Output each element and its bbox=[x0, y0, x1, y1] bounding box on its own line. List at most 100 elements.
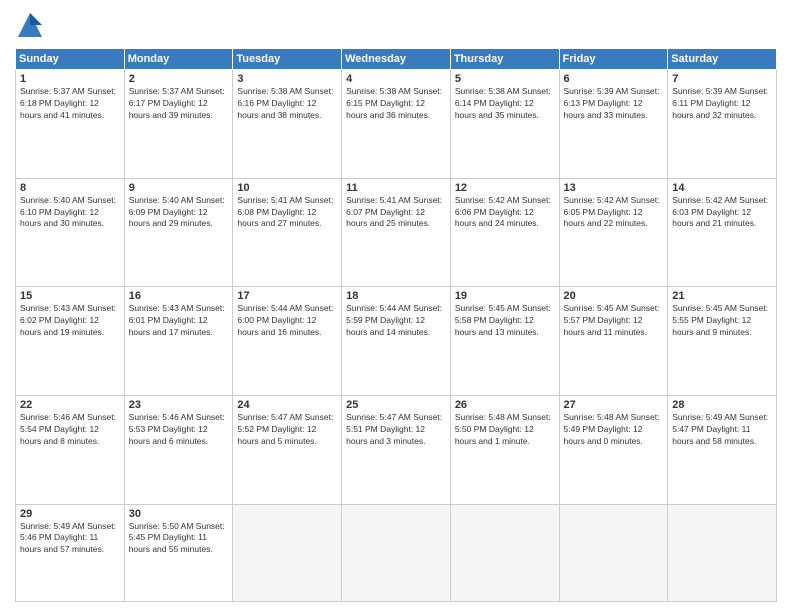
calendar-cell: 26Sunrise: 5:48 AM Sunset: 5:50 PM Dayli… bbox=[450, 395, 559, 504]
day-number: 5 bbox=[455, 73, 555, 85]
calendar-cell: 2Sunrise: 5:37 AM Sunset: 6:17 PM Daylig… bbox=[124, 70, 233, 179]
day-info: Sunrise: 5:48 AM Sunset: 5:49 PM Dayligh… bbox=[564, 412, 664, 448]
col-header-friday: Friday bbox=[559, 49, 668, 70]
calendar-cell: 5Sunrise: 5:38 AM Sunset: 6:14 PM Daylig… bbox=[450, 70, 559, 179]
calendar-cell: 23Sunrise: 5:46 AM Sunset: 5:53 PM Dayli… bbox=[124, 395, 233, 504]
day-number: 18 bbox=[346, 290, 446, 302]
day-info: Sunrise: 5:38 AM Sunset: 6:14 PM Dayligh… bbox=[455, 86, 555, 122]
day-info: Sunrise: 5:42 AM Sunset: 6:05 PM Dayligh… bbox=[564, 195, 664, 231]
day-info: Sunrise: 5:39 AM Sunset: 6:13 PM Dayligh… bbox=[564, 86, 664, 122]
calendar-cell: 9Sunrise: 5:40 AM Sunset: 6:09 PM Daylig… bbox=[124, 178, 233, 287]
day-number: 2 bbox=[129, 73, 229, 85]
day-info: Sunrise: 5:44 AM Sunset: 6:00 PM Dayligh… bbox=[237, 303, 337, 339]
day-number: 7 bbox=[672, 73, 772, 85]
day-number: 27 bbox=[564, 399, 664, 411]
calendar-cell bbox=[450, 504, 559, 602]
calendar-cell bbox=[233, 504, 342, 602]
day-number: 21 bbox=[672, 290, 772, 302]
calendar-body: 1Sunrise: 5:37 AM Sunset: 6:18 PM Daylig… bbox=[16, 70, 777, 602]
day-number: 16 bbox=[129, 290, 229, 302]
calendar-cell: 13Sunrise: 5:42 AM Sunset: 6:05 PM Dayli… bbox=[559, 178, 668, 287]
day-info: Sunrise: 5:47 AM Sunset: 5:51 PM Dayligh… bbox=[346, 412, 446, 448]
col-header-thursday: Thursday bbox=[450, 49, 559, 70]
col-header-sunday: Sunday bbox=[16, 49, 125, 70]
day-number: 9 bbox=[129, 182, 229, 194]
calendar-cell: 19Sunrise: 5:45 AM Sunset: 5:58 PM Dayli… bbox=[450, 287, 559, 396]
col-header-wednesday: Wednesday bbox=[342, 49, 451, 70]
col-header-tuesday: Tuesday bbox=[233, 49, 342, 70]
day-number: 10 bbox=[237, 182, 337, 194]
day-number: 1 bbox=[20, 73, 120, 85]
calendar-cell: 12Sunrise: 5:42 AM Sunset: 6:06 PM Dayli… bbox=[450, 178, 559, 287]
day-number: 13 bbox=[564, 182, 664, 194]
col-header-monday: Monday bbox=[124, 49, 233, 70]
day-info: Sunrise: 5:42 AM Sunset: 6:06 PM Dayligh… bbox=[455, 195, 555, 231]
calendar-cell: 10Sunrise: 5:41 AM Sunset: 6:08 PM Dayli… bbox=[233, 178, 342, 287]
logo-icon bbox=[15, 10, 45, 40]
day-number: 19 bbox=[455, 290, 555, 302]
day-number: 26 bbox=[455, 399, 555, 411]
day-number: 8 bbox=[20, 182, 120, 194]
day-number: 28 bbox=[672, 399, 772, 411]
day-info: Sunrise: 5:41 AM Sunset: 6:07 PM Dayligh… bbox=[346, 195, 446, 231]
day-info: Sunrise: 5:47 AM Sunset: 5:52 PM Dayligh… bbox=[237, 412, 337, 448]
day-number: 29 bbox=[20, 508, 120, 520]
calendar-cell: 21Sunrise: 5:45 AM Sunset: 5:55 PM Dayli… bbox=[668, 287, 777, 396]
week-row-2: 15Sunrise: 5:43 AM Sunset: 6:02 PM Dayli… bbox=[16, 287, 777, 396]
day-number: 23 bbox=[129, 399, 229, 411]
day-info: Sunrise: 5:37 AM Sunset: 6:18 PM Dayligh… bbox=[20, 86, 120, 122]
calendar-cell bbox=[668, 504, 777, 602]
day-info: Sunrise: 5:40 AM Sunset: 6:09 PM Dayligh… bbox=[129, 195, 229, 231]
calendar-cell: 24Sunrise: 5:47 AM Sunset: 5:52 PM Dayli… bbox=[233, 395, 342, 504]
logo bbox=[15, 10, 49, 40]
calendar-cell: 6Sunrise: 5:39 AM Sunset: 6:13 PM Daylig… bbox=[559, 70, 668, 179]
day-number: 30 bbox=[129, 508, 229, 520]
calendar-cell bbox=[342, 504, 451, 602]
day-number: 3 bbox=[237, 73, 337, 85]
day-info: Sunrise: 5:41 AM Sunset: 6:08 PM Dayligh… bbox=[237, 195, 337, 231]
day-number: 25 bbox=[346, 399, 446, 411]
calendar-cell: 17Sunrise: 5:44 AM Sunset: 6:00 PM Dayli… bbox=[233, 287, 342, 396]
calendar-cell: 4Sunrise: 5:38 AM Sunset: 6:15 PM Daylig… bbox=[342, 70, 451, 179]
day-info: Sunrise: 5:49 AM Sunset: 5:46 PM Dayligh… bbox=[20, 521, 120, 557]
day-info: Sunrise: 5:46 AM Sunset: 5:54 PM Dayligh… bbox=[20, 412, 120, 448]
day-info: Sunrise: 5:48 AM Sunset: 5:50 PM Dayligh… bbox=[455, 412, 555, 448]
calendar-cell: 11Sunrise: 5:41 AM Sunset: 6:07 PM Dayli… bbox=[342, 178, 451, 287]
day-info: Sunrise: 5:39 AM Sunset: 6:11 PM Dayligh… bbox=[672, 86, 772, 122]
day-number: 24 bbox=[237, 399, 337, 411]
calendar-cell: 16Sunrise: 5:43 AM Sunset: 6:01 PM Dayli… bbox=[124, 287, 233, 396]
week-row-0: 1Sunrise: 5:37 AM Sunset: 6:18 PM Daylig… bbox=[16, 70, 777, 179]
calendar-cell: 22Sunrise: 5:46 AM Sunset: 5:54 PM Dayli… bbox=[16, 395, 125, 504]
day-info: Sunrise: 5:43 AM Sunset: 6:01 PM Dayligh… bbox=[129, 303, 229, 339]
calendar-cell: 14Sunrise: 5:42 AM Sunset: 6:03 PM Dayli… bbox=[668, 178, 777, 287]
day-info: Sunrise: 5:44 AM Sunset: 5:59 PM Dayligh… bbox=[346, 303, 446, 339]
day-number: 12 bbox=[455, 182, 555, 194]
day-info: Sunrise: 5:45 AM Sunset: 5:55 PM Dayligh… bbox=[672, 303, 772, 339]
calendar-cell: 18Sunrise: 5:44 AM Sunset: 5:59 PM Dayli… bbox=[342, 287, 451, 396]
calendar-cell: 30Sunrise: 5:50 AM Sunset: 5:45 PM Dayli… bbox=[124, 504, 233, 602]
day-number: 4 bbox=[346, 73, 446, 85]
calendar-cell: 1Sunrise: 5:37 AM Sunset: 6:18 PM Daylig… bbox=[16, 70, 125, 179]
day-info: Sunrise: 5:42 AM Sunset: 6:03 PM Dayligh… bbox=[672, 195, 772, 231]
calendar-cell: 29Sunrise: 5:49 AM Sunset: 5:46 PM Dayli… bbox=[16, 504, 125, 602]
day-number: 14 bbox=[672, 182, 772, 194]
day-number: 11 bbox=[346, 182, 446, 194]
day-info: Sunrise: 5:45 AM Sunset: 5:58 PM Dayligh… bbox=[455, 303, 555, 339]
day-number: 17 bbox=[237, 290, 337, 302]
week-row-4: 29Sunrise: 5:49 AM Sunset: 5:46 PM Dayli… bbox=[16, 504, 777, 602]
col-header-saturday: Saturday bbox=[668, 49, 777, 70]
day-info: Sunrise: 5:49 AM Sunset: 5:47 PM Dayligh… bbox=[672, 412, 772, 448]
day-number: 22 bbox=[20, 399, 120, 411]
calendar-cell: 28Sunrise: 5:49 AM Sunset: 5:47 PM Dayli… bbox=[668, 395, 777, 504]
day-info: Sunrise: 5:50 AM Sunset: 5:45 PM Dayligh… bbox=[129, 521, 229, 557]
day-number: 15 bbox=[20, 290, 120, 302]
calendar-cell: 7Sunrise: 5:39 AM Sunset: 6:11 PM Daylig… bbox=[668, 70, 777, 179]
day-info: Sunrise: 5:43 AM Sunset: 6:02 PM Dayligh… bbox=[20, 303, 120, 339]
day-info: Sunrise: 5:46 AM Sunset: 5:53 PM Dayligh… bbox=[129, 412, 229, 448]
calendar-cell: 3Sunrise: 5:38 AM Sunset: 6:16 PM Daylig… bbox=[233, 70, 342, 179]
week-row-3: 22Sunrise: 5:46 AM Sunset: 5:54 PM Dayli… bbox=[16, 395, 777, 504]
week-row-1: 8Sunrise: 5:40 AM Sunset: 6:10 PM Daylig… bbox=[16, 178, 777, 287]
calendar-header-row: SundayMondayTuesdayWednesdayThursdayFrid… bbox=[16, 49, 777, 70]
calendar-cell bbox=[559, 504, 668, 602]
day-info: Sunrise: 5:40 AM Sunset: 6:10 PM Dayligh… bbox=[20, 195, 120, 231]
